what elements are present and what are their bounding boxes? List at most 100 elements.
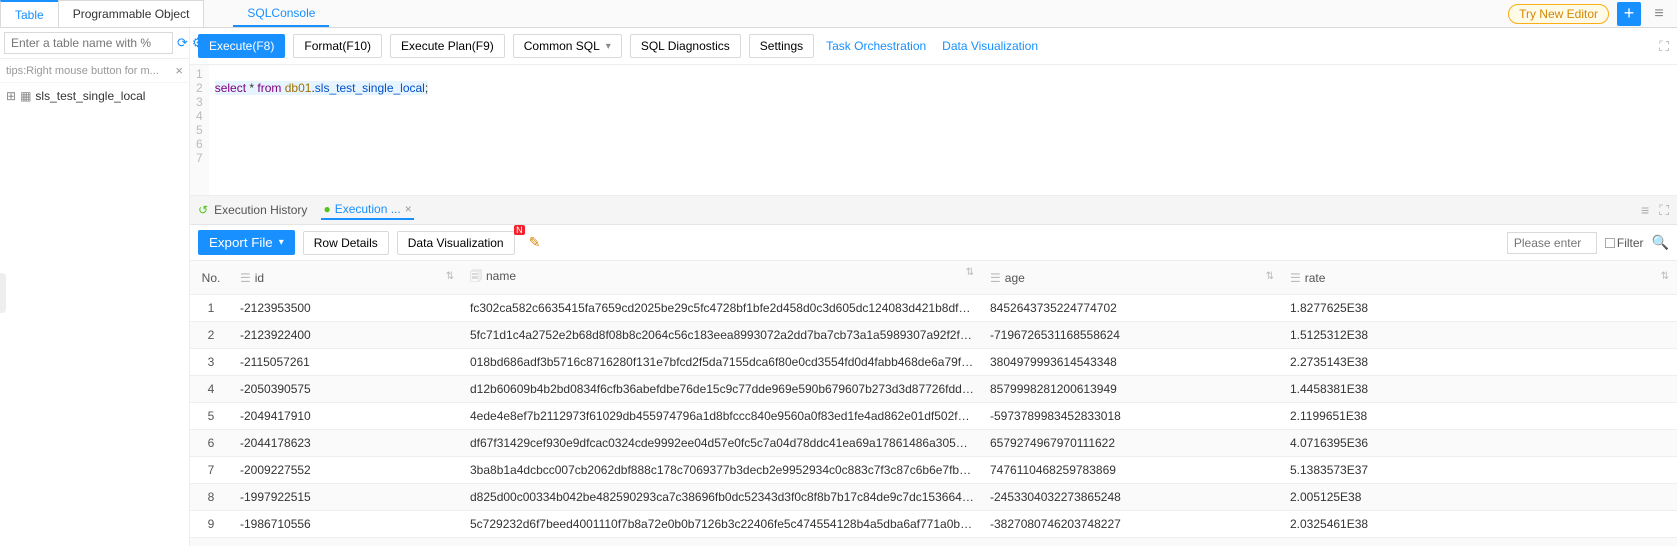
table-row[interactable]: 7-20092275523ba8b1a4dcbcc007cb2062dbf888… <box>190 457 1677 484</box>
col-header-rate[interactable]: ☰rate⇅ <box>1282 261 1677 295</box>
table-icon: ▦ <box>20 89 31 103</box>
cell-name: fc302ca582c6635415fa7659cd2025be29c5fc47… <box>462 295 982 322</box>
cell-rate: 2.005125E38 <box>1282 484 1677 511</box>
cell-no: 7 <box>190 457 232 484</box>
row-details-button[interactable]: Row Details <box>303 231 389 255</box>
data-visualization-link[interactable]: Data Visualization <box>938 35 1042 57</box>
execute-plan-button[interactable]: Execute Plan(F9) <box>390 34 505 58</box>
cell-rate: 4.0716395E36 <box>1282 430 1677 457</box>
sidebar-collapse-handle[interactable] <box>0 273 6 313</box>
list-icon: ☰ <box>990 271 1001 285</box>
cell-no: 5 <box>190 403 232 430</box>
cell-no: 1 <box>190 295 232 322</box>
sort-icon[interactable]: ⇅ <box>966 267 974 278</box>
task-orchestration-link[interactable]: Task Orchestration <box>822 35 930 57</box>
cell-name: 4ede4e8ef7b2112973f61029db455974796a1d8b… <box>462 403 982 430</box>
common-sql-dropdown[interactable]: Common SQL▾ <box>513 34 622 58</box>
cell-no: 2 <box>190 322 232 349</box>
tree-item-table[interactable]: ⊞ ▦ sls_test_single_local <box>6 89 183 103</box>
text-icon: 🗐 <box>470 269 482 283</box>
close-tab-icon[interactable]: × <box>405 202 412 216</box>
cell-name: 3ba8b1a4dcbcc007cb2062dbf888c178c7069377… <box>462 457 982 484</box>
cell-no: 6 <box>190 430 232 457</box>
try-new-editor-button[interactable]: Try New Editor <box>1508 4 1609 24</box>
execution-history-tab[interactable]: Execution History <box>214 203 307 217</box>
editor-gutter: 1234567 <box>190 65 209 195</box>
cell-age: -5973789983452833018 <box>982 403 1282 430</box>
filter-toggle[interactable]: Filter <box>1605 236 1644 250</box>
cell-no: 8 <box>190 484 232 511</box>
tree-item-label: sls_test_single_local <box>35 89 145 103</box>
menu-icon[interactable]: ≡ <box>1649 5 1669 23</box>
result-grid: No. ☰id⇅ 🗐name⇅ ☰age⇅ ☰rate⇅ 1-212395350… <box>190 261 1677 546</box>
sort-icon[interactable]: ⇅ <box>446 271 454 282</box>
cell-id: -1941062439 <box>232 538 462 546</box>
table-row[interactable]: 2-21239224005fc71d1c4a2752e2b68d8f08b8c2… <box>190 322 1677 349</box>
col-header-name[interactable]: 🗐name⇅ <box>462 261 982 295</box>
cell-name: d12b60609b4b2bd0834f6cfb36abefdbe76de15c… <box>462 376 982 403</box>
cell-id: -1997922515 <box>232 484 462 511</box>
cell-rate: 1.8277625E38 <box>1282 295 1677 322</box>
cell-rate: 2.1199651E38 <box>1282 403 1677 430</box>
search-icon[interactable]: 🔍 <box>1652 234 1669 251</box>
close-tips-icon[interactable]: × <box>175 63 183 78</box>
lock-edit-icon[interactable]: ✎ <box>529 234 541 251</box>
panel-menu-icon[interactable]: ≡ <box>1641 202 1649 219</box>
expand-editor-icon[interactable]: ⛶ <box>1659 38 1669 55</box>
table-row[interactable]: 1-2123953500fc302ca582c6635415fa7659cd20… <box>190 295 1677 322</box>
cell-rate: 2.2735143E38 <box>1282 349 1677 376</box>
cell-age: -7196726531168558624 <box>982 322 1282 349</box>
format-button[interactable]: Format(F10) <box>293 34 382 58</box>
new-badge: N <box>514 225 525 235</box>
data-visualization-button[interactable]: Data Visualization <box>397 231 515 255</box>
col-header-age[interactable]: ☰age⇅ <box>982 261 1282 295</box>
cell-name: df67f31429cef930e9dfcac0324cde9992ee04d5… <box>462 430 982 457</box>
sidebar-tips: tips:Right mouse button for m... × <box>0 59 189 83</box>
chevron-down-icon: ▾ <box>606 41 611 52</box>
execution-result-tab[interactable]: ● Execution ... × <box>321 200 413 220</box>
tab-table[interactable]: Table <box>0 0 59 27</box>
tab-programmable-object[interactable]: Programmable Object <box>58 0 205 27</box>
col-header-no[interactable]: No. <box>190 261 232 295</box>
result-grid-wrapper[interactable]: No. ☰id⇅ 🗐name⇅ ☰age⇅ ☰rate⇅ 1-212395350… <box>190 261 1677 546</box>
new-tab-plus-button[interactable]: + <box>1617 2 1641 26</box>
cell-rate: 5.1383573E37 <box>1282 457 1677 484</box>
table-row[interactable]: 6-2044178623df67f31429cef930e9dfcac0324c… <box>190 430 1677 457</box>
refresh-icon[interactable]: ⟳ <box>177 35 188 51</box>
table-row[interactable]: 10-194106243938219867b745394df02e32350ab… <box>190 538 1677 546</box>
table-row[interactable]: 8-1997922515d825d00c00334b042be482590293… <box>190 484 1677 511</box>
col-header-id[interactable]: ☰id⇅ <box>232 261 462 295</box>
table-row[interactable]: 4-2050390575d12b60609b4b2bd0834f6cfb36ab… <box>190 376 1677 403</box>
panel-expand-icon[interactable]: ⛶ <box>1659 202 1669 219</box>
table-search-input[interactable] <box>4 32 173 54</box>
cell-id: -2050390575 <box>232 376 462 403</box>
execute-button[interactable]: Execute(F8) <box>198 34 285 58</box>
sql-diagnostics-button[interactable]: SQL Diagnostics <box>630 34 741 58</box>
result-search-input[interactable] <box>1507 232 1597 254</box>
list-icon: ☰ <box>240 271 251 285</box>
editor-code[interactable]: select * from db01.sls_test_single_local… <box>209 65 435 195</box>
table-row[interactable]: 3-2115057261018bd686adf3b5716c8716280f13… <box>190 349 1677 376</box>
cell-no: 3 <box>190 349 232 376</box>
cell-age: 7476110468259783869 <box>982 457 1282 484</box>
cell-id: -2123953500 <box>232 295 462 322</box>
export-file-button[interactable]: Export File▾ <box>198 230 295 255</box>
cell-id: -1986710556 <box>232 511 462 538</box>
cell-id: -2115057261 <box>232 349 462 376</box>
settings-button[interactable]: Settings <box>749 34 814 58</box>
tab-sqlconsole[interactable]: SQLConsole <box>233 0 329 27</box>
result-toolbar: Export File▾ Row Details Data Visualizat… <box>190 225 1677 261</box>
cell-rate: 1.4458381E38 <box>1282 376 1677 403</box>
cell-name: 018bd686adf3b5716c8716280f131e7bfcd2f5da… <box>462 349 982 376</box>
cell-rate: 7.833931E37 <box>1282 538 1677 546</box>
sort-icon[interactable]: ⇅ <box>1266 271 1274 282</box>
sidebar: ⟳ ⚙ tips:Right mouse button for m... × ⊞… <box>0 28 190 546</box>
cell-rate: 2.0325461E38 <box>1282 511 1677 538</box>
table-row[interactable]: 9-19867105565c729232d6f7beed4001110f7b8a… <box>190 511 1677 538</box>
sql-toolbar: Execute(F8) Format(F10) Execute Plan(F9)… <box>190 28 1677 65</box>
sql-editor[interactable]: 1234567 select * from db01.sls_test_sing… <box>190 65 1677 196</box>
cell-age: 3804979993614543348 <box>982 349 1282 376</box>
table-row[interactable]: 5-20494179104ede4e8ef7b2112973f61029db45… <box>190 403 1677 430</box>
sort-icon[interactable]: ⇅ <box>1661 271 1669 282</box>
tree-expand-icon[interactable]: ⊞ <box>6 89 16 103</box>
